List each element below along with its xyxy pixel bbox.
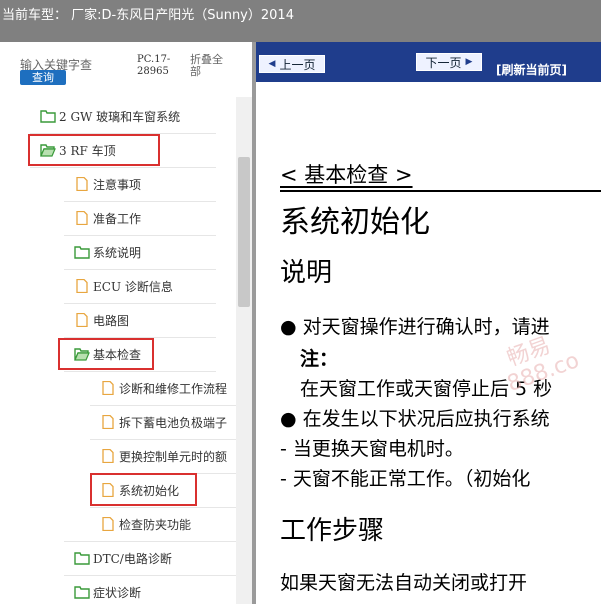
tree-item-dtc-circuit[interactable]: DTC/电路诊断 — [74, 541, 172, 575]
tree-item-replace-control-unit[interactable]: 更换控制单元时的额 — [100, 439, 227, 473]
search-area: 输入关键字查 查询 PC.17-28965 折叠全部 — [0, 42, 252, 92]
tree-item-symptom-diagnosis[interactable]: 症状诊断 — [74, 575, 141, 604]
sidebar: 输入关键字查 查询 PC.17-28965 折叠全部 2 GW 玻璃和车窗系统 … — [0, 42, 252, 604]
title-bar: 当前车型： 厂家:D-东风日产阳光（Sunny）2014 — [0, 0, 601, 42]
tree-item-anti-pinch-check[interactable]: 检查防夹功能 — [100, 507, 191, 541]
step-text: 如果天窗无法自动关闭或打开 — [280, 572, 528, 594]
bullet-line: ● 在发生以下状况后应执行系统 — [280, 408, 550, 430]
tree-item-preparation[interactable]: 准备工作 — [74, 201, 141, 235]
scrollbar-thumb[interactable] — [238, 157, 250, 307]
document-icon — [76, 313, 88, 327]
tree-item-ecu-diagnosis[interactable]: ECU 诊断信息 — [74, 269, 173, 303]
tree-item-wiring-diagram[interactable]: 电路图 — [74, 303, 129, 337]
document-icon — [76, 211, 88, 225]
vehicle-title: 当前车型： 厂家:D-东风日产阳光（Sunny）2014 — [2, 8, 294, 23]
folder-icon — [40, 110, 56, 123]
arrow-right-icon: ▶ — [465, 57, 473, 67]
query-button[interactable]: 查询 — [20, 70, 66, 85]
prev-page-button[interactable]: ◀ 上一页 — [259, 55, 325, 73]
document-icon — [102, 415, 114, 429]
pc-number: PC.17-28965 — [137, 54, 171, 77]
highlight-system-init — [90, 473, 197, 506]
section-rule — [280, 190, 601, 192]
doc-title: 系统初始化 — [280, 205, 430, 240]
arrow-left-icon: ◀ — [268, 59, 276, 69]
tree-item-precautions[interactable]: 注意事项 — [74, 167, 141, 201]
toc-tree: 2 GW 玻璃和车窗系统 3 RF 车顶 注意事项 准备工作 系统说明 ECU … — [0, 97, 236, 604]
refresh-link[interactable]: [刷新当前页] — [496, 61, 567, 78]
heading-steps: 工作步骤 — [280, 516, 385, 546]
dash-line: - 当更换天窗电机时。 — [280, 438, 464, 460]
highlight-roof — [28, 134, 160, 166]
document-icon — [102, 517, 114, 531]
document-icon — [76, 279, 88, 293]
folder-icon — [74, 246, 90, 259]
document-icon — [102, 381, 114, 395]
tree-item-diagnosis-workflow[interactable]: 诊断和维修工作流程 — [100, 371, 227, 405]
collapse-all-link[interactable]: 折叠全部 — [190, 54, 230, 78]
note-label: 注： — [300, 348, 339, 370]
bullet-icon: ● — [280, 316, 303, 338]
next-page-button[interactable]: 下一页 ▶ — [416, 53, 482, 71]
document-pane: ◀ 上一页 下一页 ▶ [刷新当前页] < 基本检查 > 系统初始化 说明 ● … — [256, 42, 601, 604]
document-icon — [102, 449, 114, 463]
tree-item-system-description[interactable]: 系统说明 — [74, 235, 141, 269]
section-heading: < 基本检查 > — [280, 163, 413, 187]
tree-item-remove-battery[interactable]: 拆下蓄电池负极端子 — [100, 405, 227, 439]
highlight-basic-inspection — [58, 338, 154, 370]
sidebar-scrollbar[interactable] — [236, 97, 252, 604]
tree-item-glass-windows[interactable]: 2 GW 玻璃和车窗系统 — [40, 99, 180, 133]
bullet-icon: ● — [280, 408, 303, 430]
folder-icon — [74, 552, 90, 565]
heading-description: 说明 — [280, 258, 333, 288]
folder-icon — [74, 586, 90, 599]
document-icon — [76, 177, 88, 191]
document-toolbar: ◀ 上一页 下一页 ▶ [刷新当前页] — [256, 42, 601, 82]
bullet-line: ● 对天窗操作进行确认时，请进 — [280, 316, 550, 338]
dash-line: - 天窗不能正常工作。（初始化 — [280, 468, 531, 490]
